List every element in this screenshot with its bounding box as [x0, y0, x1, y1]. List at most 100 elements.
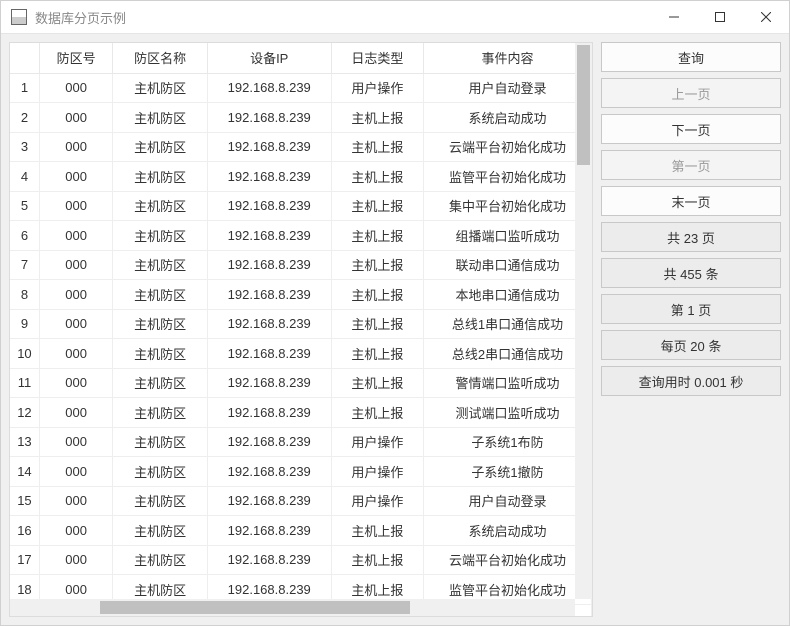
close-button[interactable]: [743, 1, 789, 33]
cell-event: 用户自动登录: [424, 486, 592, 516]
table-row[interactable]: 8000主机防区192.168.8.239主机上报本地串口通信成功: [10, 280, 592, 310]
minimize-button[interactable]: [651, 1, 697, 33]
cell-ip: 192.168.8.239: [207, 457, 331, 487]
cell-ip: 192.168.8.239: [207, 368, 331, 398]
cell-ip: 192.168.8.239: [207, 162, 331, 192]
table-row[interactable]: 5000主机防区192.168.8.239主机上报集中平台初始化成功: [10, 191, 592, 221]
cell-rownum: 5: [10, 191, 39, 221]
table-row[interactable]: 3000主机防区192.168.8.239主机上报云端平台初始化成功: [10, 132, 592, 162]
header-event[interactable]: 事件内容: [424, 43, 592, 73]
header-zone-name[interactable]: 防区名称: [113, 43, 207, 73]
cell-event: 云端平台初始化成功: [424, 545, 592, 575]
cell-zone-name: 主机防区: [113, 545, 207, 575]
cell-log: 主机上报: [331, 103, 423, 133]
cell-event: 用户自动登录: [424, 73, 592, 103]
app-window: 数据库分页示例 防区号 防: [0, 0, 790, 626]
cell-ip: 192.168.8.239: [207, 309, 331, 339]
cell-rownum: 14: [10, 457, 39, 487]
cell-zone-no: 000: [39, 339, 112, 369]
cell-event: 子系统1布防: [424, 427, 592, 457]
cell-zone-no: 000: [39, 368, 112, 398]
table-row[interactable]: 7000主机防区192.168.8.239主机上报联动串口通信成功: [10, 250, 592, 280]
cell-ip: 192.168.8.239: [207, 427, 331, 457]
data-table-container: 防区号 防区名称 设备IP 日志类型 事件内容 1000主机防区192.168.…: [9, 42, 593, 617]
total-records-label: 共 455 条: [601, 258, 781, 288]
cell-rownum: 15: [10, 486, 39, 516]
cell-zone-name: 主机防区: [113, 457, 207, 487]
table-row[interactable]: 13000主机防区192.168.8.239用户操作子系统1布防: [10, 427, 592, 457]
cell-zone-name: 主机防区: [113, 368, 207, 398]
horizontal-scroll-thumb[interactable]: [100, 601, 410, 614]
cell-ip: 192.168.8.239: [207, 280, 331, 310]
cell-zone-name: 主机防区: [113, 398, 207, 428]
cell-log: 主机上报: [331, 545, 423, 575]
maximize-button[interactable]: [697, 1, 743, 33]
table-row[interactable]: 2000主机防区192.168.8.239主机上报系统启动成功: [10, 103, 592, 133]
query-button[interactable]: 查询: [601, 42, 781, 72]
cell-zone-no: 000: [39, 427, 112, 457]
cell-event: 云端平台初始化成功: [424, 132, 592, 162]
cell-event: 警情端口监听成功: [424, 368, 592, 398]
vertical-scroll-thumb[interactable]: [577, 45, 590, 165]
header-log-type[interactable]: 日志类型: [331, 43, 423, 73]
cell-zone-no: 000: [39, 221, 112, 251]
cell-zone-no: 000: [39, 73, 112, 103]
last-page-button[interactable]: 末一页: [601, 186, 781, 216]
cell-event: 总线2串口通信成功: [424, 339, 592, 369]
cell-log: 主机上报: [331, 221, 423, 251]
cell-zone-name: 主机防区: [113, 339, 207, 369]
page-size-label: 每页 20 条: [601, 330, 781, 360]
table-row[interactable]: 12000主机防区192.168.8.239主机上报测试端口监听成功: [10, 398, 592, 428]
header-device-ip[interactable]: 设备IP: [207, 43, 331, 73]
elapsed-label: 查询用时 0.001 秒: [601, 366, 781, 396]
cell-log: 用户操作: [331, 486, 423, 516]
cell-ip: 192.168.8.239: [207, 250, 331, 280]
table-row[interactable]: 17000主机防区192.168.8.239主机上报云端平台初始化成功: [10, 545, 592, 575]
cell-ip: 192.168.8.239: [207, 221, 331, 251]
titlebar: 数据库分页示例: [1, 1, 789, 34]
cell-zone-no: 000: [39, 191, 112, 221]
cell-zone-no: 000: [39, 486, 112, 516]
cell-zone-no: 000: [39, 457, 112, 487]
table-row[interactable]: 1000主机防区192.168.8.239用户操作用户自动登录: [10, 73, 592, 103]
table-row[interactable]: 15000主机防区192.168.8.239用户操作用户自动登录: [10, 486, 592, 516]
table-row[interactable]: 16000主机防区192.168.8.239主机上报系统启动成功: [10, 516, 592, 546]
cell-log: 主机上报: [331, 162, 423, 192]
header-rownum: [10, 43, 39, 73]
table-row[interactable]: 11000主机防区192.168.8.239主机上报警情端口监听成功: [10, 368, 592, 398]
cell-ip: 192.168.8.239: [207, 132, 331, 162]
cell-rownum: 11: [10, 368, 39, 398]
prev-page-button[interactable]: 上一页: [601, 78, 781, 108]
total-pages-label: 共 23 页: [601, 222, 781, 252]
table-scroll-region[interactable]: 防区号 防区名称 设备IP 日志类型 事件内容 1000主机防区192.168.…: [10, 43, 592, 616]
table-row[interactable]: 9000主机防区192.168.8.239主机上报总线1串口通信成功: [10, 309, 592, 339]
horizontal-scrollbar[interactable]: [10, 599, 575, 616]
table-row[interactable]: 10000主机防区192.168.8.239主机上报总线2串口通信成功: [10, 339, 592, 369]
cell-rownum: 10: [10, 339, 39, 369]
cell-rownum: 7: [10, 250, 39, 280]
cell-zone-name: 主机防区: [113, 427, 207, 457]
cell-zone-no: 000: [39, 309, 112, 339]
vertical-scrollbar[interactable]: [575, 43, 592, 599]
cell-zone-no: 000: [39, 516, 112, 546]
cell-zone-name: 主机防区: [113, 516, 207, 546]
cell-ip: 192.168.8.239: [207, 103, 331, 133]
cell-rownum: 13: [10, 427, 39, 457]
cell-event: 本地串口通信成功: [424, 280, 592, 310]
window-title: 数据库分页示例: [35, 8, 126, 27]
table-row[interactable]: 6000主机防区192.168.8.239主机上报组播端口监听成功: [10, 221, 592, 251]
next-page-button[interactable]: 下一页: [601, 114, 781, 144]
table-row[interactable]: 4000主机防区192.168.8.239主机上报监管平台初始化成功: [10, 162, 592, 192]
table-row[interactable]: 14000主机防区192.168.8.239用户操作子系统1撤防: [10, 457, 592, 487]
cell-log: 主机上报: [331, 516, 423, 546]
cell-log: 主机上报: [331, 339, 423, 369]
header-zone-no[interactable]: 防区号: [39, 43, 112, 73]
cell-rownum: 17: [10, 545, 39, 575]
cell-ip: 192.168.8.239: [207, 191, 331, 221]
cell-log: 主机上报: [331, 250, 423, 280]
cell-event: 子系统1撤防: [424, 457, 592, 487]
cell-zone-no: 000: [39, 398, 112, 428]
first-page-button[interactable]: 第一页: [601, 150, 781, 180]
cell-zone-no: 000: [39, 103, 112, 133]
content-area: 防区号 防区名称 设备IP 日志类型 事件内容 1000主机防区192.168.…: [1, 34, 789, 625]
